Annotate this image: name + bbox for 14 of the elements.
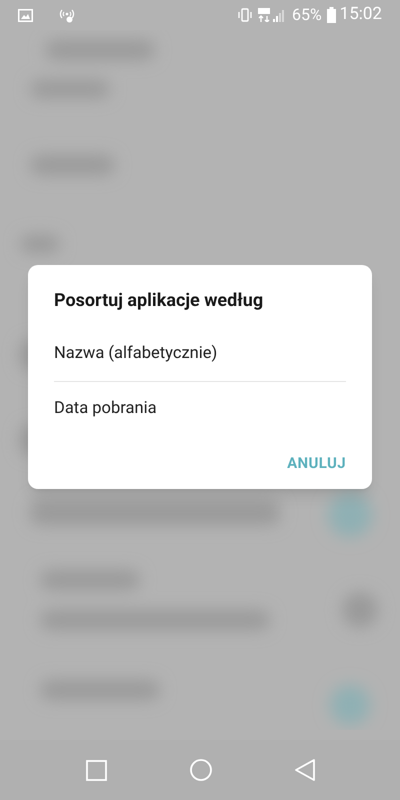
- mobile-data-icon: [258, 8, 270, 22]
- vibrate-icon: [236, 8, 253, 22]
- battery-icon: [326, 7, 336, 23]
- image-icon: [18, 8, 33, 22]
- recents-icon[interactable]: [86, 760, 106, 780]
- dialog-title: Posortuj aplikacje według: [53, 289, 264, 313]
- clock: 15:02: [340, 3, 382, 26]
- back-icon[interactable]: [294, 759, 314, 781]
- hotspot-icon: [59, 7, 75, 23]
- signal-icon: [272, 8, 287, 22]
- home-icon[interactable]: [190, 759, 212, 781]
- sort-option[interactable]: Data pobrania: [54, 382, 346, 436]
- battery-percent: 65%: [292, 4, 322, 26]
- sort-option[interactable]: Nazwa (alfabetycznie): [54, 328, 346, 382]
